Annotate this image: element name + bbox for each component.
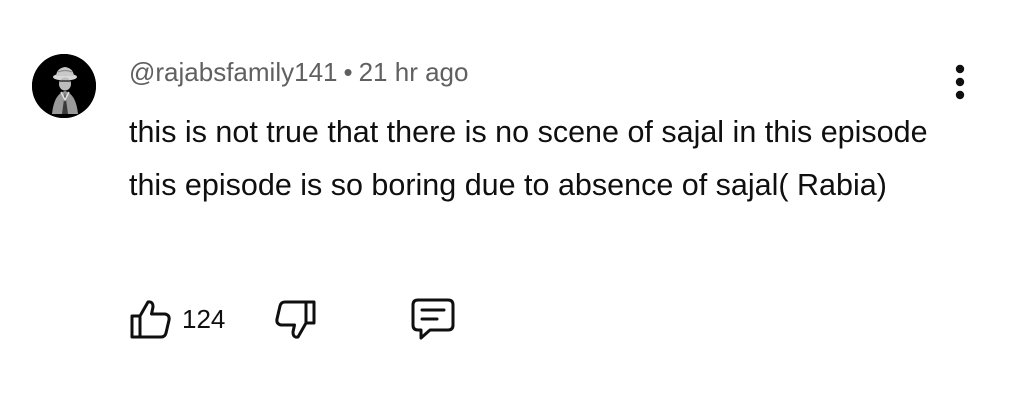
like-count: 124 (182, 304, 226, 334)
dislike-button[interactable] (272, 296, 318, 342)
avatar-silhouette-icon (32, 54, 96, 118)
comment-text: this is not true that there is no scene … (129, 115, 928, 202)
thumbs-down-icon (275, 300, 316, 339)
comment-icon (411, 298, 455, 340)
avatar[interactable] (32, 54, 96, 118)
comment-meta: @rajabsfamily141 • 21 hr ago (129, 56, 468, 88)
comment-timestamp[interactable]: 21 hr ago (359, 57, 469, 87)
thumbs-up-icon (130, 300, 171, 339)
more-vertical-icon (955, 64, 965, 100)
comment-item: @rajabsfamily141 • 21 hr ago this is not t… (0, 0, 1024, 398)
more-options-button[interactable] (940, 60, 980, 104)
meta-separator: • (343, 57, 353, 87)
author-handle[interactable]: @rajabsfamily141 (129, 57, 337, 87)
reply-button[interactable] (408, 296, 456, 342)
like-button[interactable]: 124 (128, 296, 225, 342)
